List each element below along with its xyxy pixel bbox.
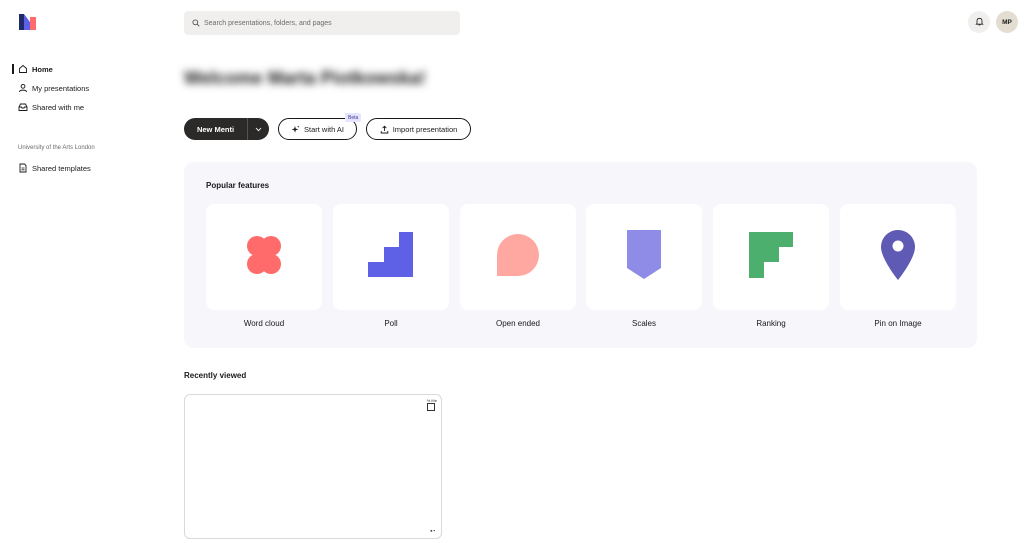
sidebar-item-home[interactable]: Home xyxy=(18,60,53,78)
new-menti-button[interactable]: New Menti xyxy=(184,118,269,140)
qr-code-icon xyxy=(427,403,435,411)
card-footer-icons: ◂ ▪ xyxy=(429,528,435,533)
new-menti-label: New Menti xyxy=(196,124,235,134)
feature-card-ranking[interactable] xyxy=(713,204,829,310)
sparkle-icon xyxy=(291,125,300,134)
beta-badge: Beta xyxy=(345,113,362,122)
feature-card-poll[interactable] xyxy=(333,204,449,310)
open-ended-icon xyxy=(496,233,540,282)
bell-icon xyxy=(974,13,984,31)
ranking-icon xyxy=(749,231,793,283)
feature-card-open-ended[interactable] xyxy=(460,204,576,310)
sidebar-item-my-presentations[interactable]: My presentations xyxy=(18,79,89,97)
template-icon xyxy=(18,163,28,173)
mentimeter-logo[interactable] xyxy=(19,14,37,30)
active-indicator xyxy=(12,64,14,74)
inbox-icon xyxy=(18,102,28,112)
feature-label-scales: Scales xyxy=(631,319,656,328)
import-presentation-label: Import presentation xyxy=(392,124,458,134)
start-with-ai-label: Start with AI xyxy=(303,124,345,134)
feature-label-ranking: Ranking xyxy=(756,319,786,328)
sidebar-item-label: Home xyxy=(32,64,53,74)
scales-icon xyxy=(627,229,661,285)
sidebar-item-label: Shared templates xyxy=(32,163,91,173)
feature-card-pin-on-image[interactable] xyxy=(840,204,956,310)
search-input[interactable]: Search presentations, folders, and pages xyxy=(184,11,460,35)
user-icon xyxy=(18,83,28,93)
feature-card-word-cloud[interactable] xyxy=(206,204,322,310)
recently-viewed-title: Recently viewed xyxy=(184,371,247,380)
chevron-down-icon[interactable] xyxy=(248,127,269,132)
upload-icon xyxy=(380,125,389,134)
home-icon xyxy=(18,64,28,74)
poll-icon xyxy=(368,231,414,283)
search-icon xyxy=(192,14,200,32)
search-placeholder: Search presentations, folders, and pages xyxy=(204,19,332,27)
page-title: Welcome Marta Piotkowska! xyxy=(184,68,426,88)
pin-icon xyxy=(880,229,916,286)
popular-features-title: Popular features xyxy=(206,181,270,190)
feature-card-scales[interactable] xyxy=(586,204,702,310)
notifications-button[interactable] xyxy=(968,11,990,33)
sidebar-item-shared-templates[interactable]: Shared templates xyxy=(18,159,91,177)
sidebar-item-shared-with-me[interactable]: Shared with me xyxy=(18,98,84,116)
feature-label-word-cloud: Word cloud xyxy=(243,319,285,328)
feature-label-open-ended: Open ended xyxy=(495,319,541,328)
feature-label-pin-on-image: Pin on Image xyxy=(874,319,922,328)
feature-label-poll: Poll xyxy=(384,319,398,328)
avatar[interactable]: MP xyxy=(996,11,1018,33)
sidebar-item-label: My presentations xyxy=(32,83,90,93)
word-cloud-icon xyxy=(242,233,286,282)
recent-presentation-card[interactable]: % Me ◂ ▪ xyxy=(184,394,442,539)
import-presentation-button[interactable]: Import presentation xyxy=(366,118,471,140)
org-section-label: University of the Arts London xyxy=(18,145,95,151)
sidebar-item-label: Shared with me xyxy=(32,102,85,112)
